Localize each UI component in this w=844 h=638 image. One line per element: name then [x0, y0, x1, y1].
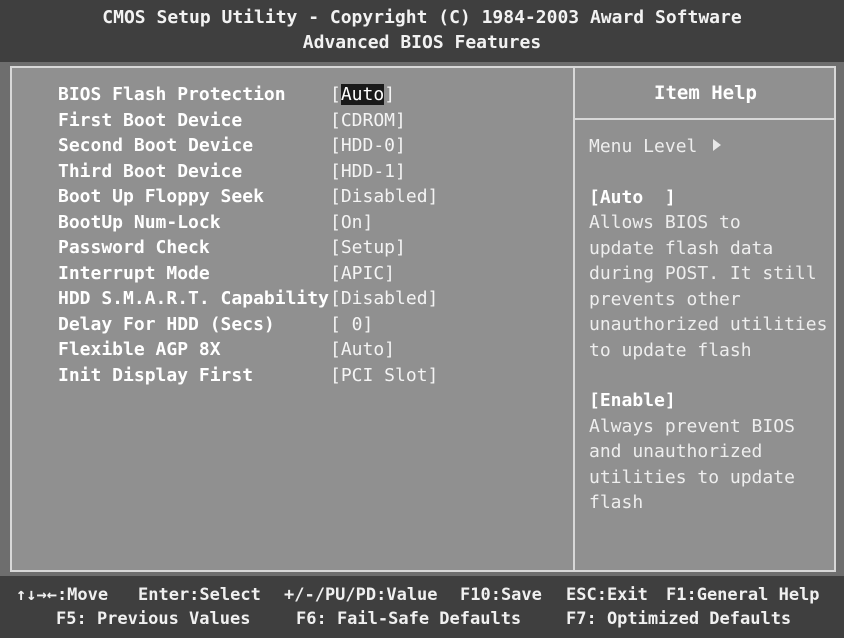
setting-value[interactable]: [Disabled]	[330, 286, 438, 311]
item-help-title: Item Help	[575, 68, 836, 120]
help-text-line: unauthorized utilities	[589, 314, 828, 335]
setting-label: Password Check	[58, 237, 210, 258]
setting-value[interactable]: [CDROM]	[330, 108, 406, 133]
setting-value[interactable]: [HDD-1]	[330, 159, 406, 184]
setting-label: Flexible AGP 8X	[58, 339, 221, 360]
setting-value[interactable]: [Disabled]	[330, 184, 438, 209]
help-text-line: and unauthorized	[589, 441, 763, 462]
setting-label: Third Boot Device	[58, 161, 243, 182]
key-hint-fail-safe-defaults: F6: Fail-Safe Defaults	[296, 609, 522, 629]
header-bar: CMOS Setup Utility - Copyright (C) 1984-…	[0, 0, 844, 62]
help-text-line: to update flash	[589, 340, 752, 361]
help-text-line: Allows BIOS to	[589, 212, 741, 233]
bios-screen: CMOS Setup Utility - Copyright (C) 1984-…	[0, 0, 844, 638]
menu-level-line: Menu Level	[589, 134, 722, 159]
help-text-line: Always prevent BIOS	[589, 416, 795, 437]
menu-level-label: Menu Level	[589, 136, 698, 157]
item-help-panel: Item Help Menu Level [Auto ] Allows BIOS…	[573, 68, 836, 570]
key-hint-value: +/-/PU/PD:Value	[284, 585, 438, 605]
setting-label: Delay For HDD (Secs)	[58, 314, 275, 335]
setting-value[interactable]: [Auto]	[330, 337, 395, 362]
key-hint-exit: ESC:Exit	[566, 585, 648, 605]
footer-keybar: ↑↓→←:Move Enter:Select +/-/PU/PD:Value F…	[0, 576, 844, 638]
key-hint-move: ↑↓→←:Move	[16, 585, 109, 605]
setting-label: Interrupt Mode	[58, 263, 210, 284]
setting-label: BIOS Flash Protection	[58, 84, 286, 105]
setting-label: First Boot Device	[58, 110, 243, 131]
setting-value[interactable]: [APIC]	[330, 261, 395, 286]
help-text-line: utilities to update	[589, 467, 795, 488]
main-frame: BIOS Flash Protection [Auto] First Boot …	[10, 66, 836, 572]
arrow-right-icon	[713, 139, 722, 151]
setting-value[interactable]: [HDD-0]	[330, 133, 406, 158]
help-text-line: prevents other	[589, 289, 741, 310]
key-hint-previous-values: F5: Previous Values	[56, 609, 251, 629]
help-text-line: flash	[589, 492, 644, 513]
setting-label: Boot Up Floppy Seek	[58, 186, 264, 207]
setting-value[interactable]: [Auto]	[330, 82, 395, 107]
page-title: Advanced BIOS Features	[302, 32, 542, 53]
setting-label: Second Boot Device	[58, 135, 254, 156]
setting-value[interactable]: [ 0]	[330, 312, 373, 337]
key-hint-optimized-defaults: F7: Optimized Defaults	[566, 609, 792, 629]
key-hint-general-help: F1:General Help	[666, 585, 820, 605]
key-hint-select: Enter:Select	[138, 585, 261, 605]
help-auto-heading: [Auto ]	[589, 187, 676, 208]
help-text-line: during POST. It still	[589, 263, 817, 284]
help-enable-heading: [Enable]	[589, 390, 676, 411]
setting-value[interactable]: [Setup]	[330, 235, 406, 260]
help-text-line: update flash data	[589, 238, 774, 259]
setting-value[interactable]: [PCI Slot]	[330, 363, 438, 388]
settings-panel: BIOS Flash Protection [Auto] First Boot …	[12, 68, 572, 570]
bracket-open: [	[330, 84, 341, 105]
key-hint-save: F10:Save	[460, 585, 542, 605]
setting-value[interactable]: [On]	[330, 210, 373, 235]
bracket-close: ]	[384, 84, 396, 105]
selected-value-highlight[interactable]: Auto	[340, 84, 385, 105]
setting-label: HDD S.M.A.R.T. Capability	[58, 288, 329, 309]
setting-label: BootUp Num-Lock	[58, 212, 221, 233]
utility-title: CMOS Setup Utility - Copyright (C) 1984-…	[102, 7, 742, 28]
setting-label: Init Display First	[58, 365, 254, 386]
